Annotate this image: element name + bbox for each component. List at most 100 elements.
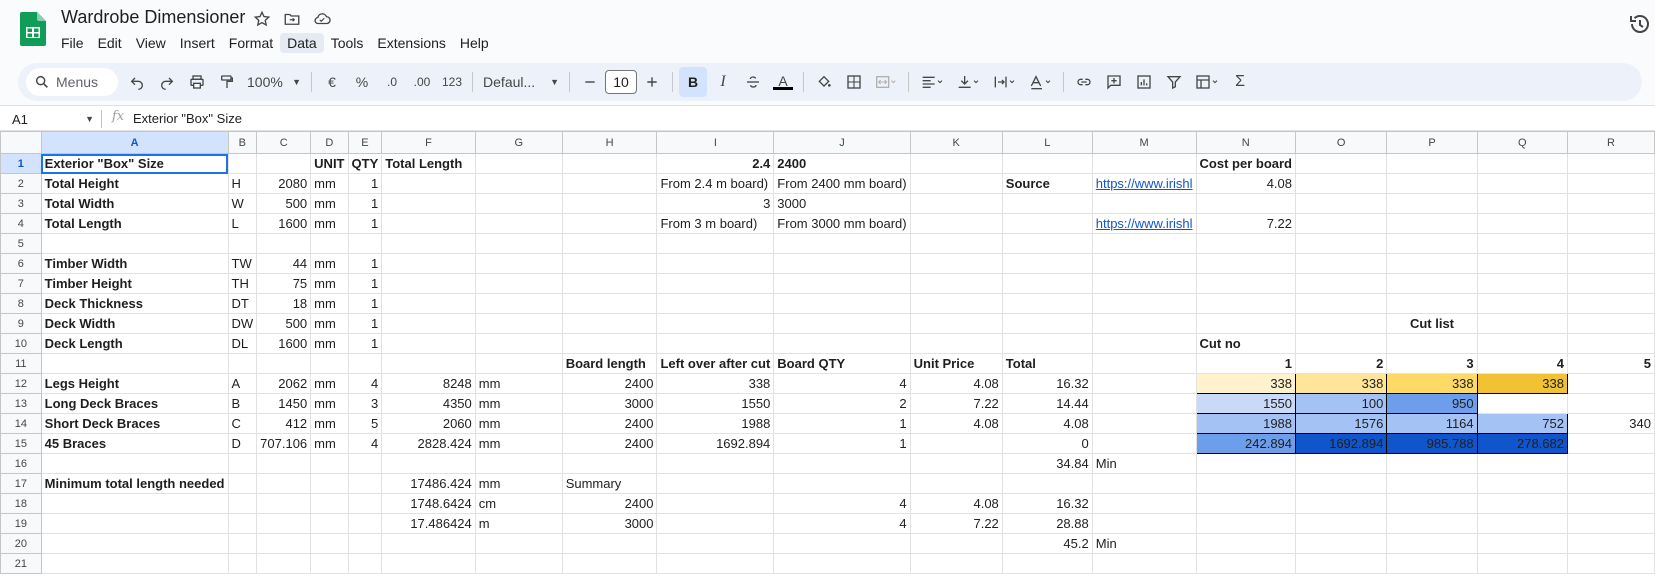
cell-k17[interactable] — [909, 473, 1003, 494]
filter-icon[interactable] — [1160, 67, 1188, 97]
cell-a10[interactable]: Deck Length — [40, 333, 229, 354]
cell-f11[interactable] — [381, 353, 476, 374]
cell-r10[interactable] — [1566, 333, 1655, 354]
cell-e12[interactable]: 4 — [347, 373, 383, 394]
move-to-folder-icon[interactable] — [282, 9, 302, 29]
column-header-i[interactable]: I — [656, 131, 775, 154]
cell-n14[interactable]: 1988 — [1195, 413, 1297, 434]
column-header-r[interactable]: R — [1566, 131, 1655, 154]
cell-o17[interactable] — [1295, 473, 1388, 494]
cell-q1[interactable] — [1476, 153, 1568, 174]
cell-p7[interactable] — [1386, 273, 1478, 294]
cell-i6[interactable] — [656, 253, 775, 274]
cell-f18[interactable]: 1748.6424 — [381, 493, 476, 514]
cell-k15[interactable] — [909, 433, 1003, 454]
cell-o7[interactable] — [1295, 273, 1388, 294]
cell-r11[interactable]: 5 — [1566, 353, 1655, 374]
column-header-l[interactable]: L — [1001, 131, 1093, 154]
row-header[interactable]: 4 — [0, 213, 42, 234]
cell-n15[interactable]: 242.894 — [1195, 433, 1297, 454]
cell-e14[interactable]: 5 — [347, 413, 383, 434]
cell-c11[interactable] — [256, 353, 312, 374]
cell-n3[interactable] — [1195, 193, 1297, 214]
cell-o15[interactable]: 1692.894 — [1295, 433, 1388, 454]
cell-h21[interactable] — [561, 553, 658, 574]
cell-m18[interactable] — [1091, 493, 1197, 514]
increase-decimal-button[interactable]: .00 — [408, 67, 436, 97]
cell-c7[interactable]: 75 — [256, 273, 312, 294]
cell-a21[interactable] — [40, 553, 229, 574]
cell-o1[interactable] — [1295, 153, 1388, 174]
cell-d7[interactable]: mm — [310, 273, 349, 294]
cell-c20[interactable] — [256, 533, 312, 554]
cell-r13[interactable] — [1566, 393, 1655, 414]
cell-k7[interactable] — [909, 273, 1003, 294]
cell-g19[interactable]: m — [474, 513, 563, 534]
menu-view[interactable]: View — [129, 33, 173, 53]
cell-e7[interactable]: 1 — [347, 273, 383, 294]
cell-c2[interactable]: 2080 — [256, 173, 312, 194]
cell-e3[interactable]: 1 — [347, 193, 383, 214]
cell-f14[interactable]: 2060 — [381, 413, 476, 434]
menu-extensions[interactable]: Extensions — [370, 33, 452, 53]
cell-c6[interactable]: 44 — [256, 253, 312, 274]
cell-b21[interactable] — [227, 553, 258, 574]
cell-p18[interactable] — [1386, 493, 1478, 514]
merge-cells-icon[interactable] — [870, 67, 902, 97]
cell-p8[interactable] — [1386, 293, 1478, 314]
cell-o4[interactable] — [1295, 213, 1388, 234]
cell-d8[interactable]: mm — [310, 293, 349, 314]
cell-e6[interactable]: 1 — [347, 253, 383, 274]
cell-o11[interactable]: 2 — [1295, 353, 1388, 374]
cell-n21[interactable] — [1195, 553, 1297, 574]
cell-b5[interactable] — [227, 233, 258, 254]
cell-q18[interactable] — [1476, 493, 1568, 514]
insert-comment-icon[interactable] — [1100, 67, 1128, 97]
cell-l6[interactable] — [1001, 253, 1093, 274]
cell-l7[interactable] — [1001, 273, 1093, 294]
cell-h3[interactable] — [561, 193, 658, 214]
menu-help[interactable]: Help — [453, 33, 496, 53]
cell-i14[interactable]: 1988 — [656, 413, 775, 434]
column-header-n[interactable]: N — [1195, 131, 1297, 154]
column-header-k[interactable]: K — [909, 131, 1003, 154]
cell-j18[interactable]: 4 — [773, 493, 911, 514]
cell-p20[interactable] — [1386, 533, 1478, 554]
cell-l1[interactable] — [1001, 153, 1093, 174]
cell-r15[interactable] — [1566, 433, 1655, 454]
cell-f1[interactable]: Total Length — [381, 153, 476, 174]
cell-f21[interactable] — [381, 553, 476, 574]
cell-m14[interactable] — [1091, 413, 1197, 434]
cell-f4[interactable] — [381, 213, 476, 234]
menu-edit[interactable]: Edit — [91, 33, 129, 53]
cell-h7[interactable] — [561, 273, 658, 294]
cell-a3[interactable]: Total Width — [40, 193, 229, 214]
cell-n2[interactable]: 4.08 — [1195, 173, 1297, 194]
cell-e17[interactable] — [347, 473, 383, 494]
cell-g13[interactable]: mm — [474, 393, 563, 414]
cell-g5[interactable] — [474, 233, 563, 254]
cell-n19[interactable] — [1195, 513, 1297, 534]
cell-l11[interactable]: Total — [1001, 353, 1093, 374]
cell-e10[interactable]: 1 — [347, 333, 383, 354]
cell-f20[interactable] — [381, 533, 476, 554]
select-all-corner[interactable] — [0, 131, 42, 154]
formula-input[interactable]: Exterior "Box" Size — [133, 111, 242, 126]
cell-b10[interactable]: DL — [227, 333, 258, 354]
column-header-o[interactable]: O — [1295, 131, 1388, 154]
cell-p21[interactable] — [1386, 553, 1478, 574]
cell-o21[interactable] — [1295, 553, 1388, 574]
cell-k6[interactable] — [909, 253, 1003, 274]
cell-l8[interactable] — [1001, 293, 1093, 314]
cell-c13[interactable]: 1450 — [256, 393, 312, 414]
cell-o19[interactable] — [1295, 513, 1388, 534]
font-select[interactable]: Defaul... ▼ — [479, 67, 563, 97]
cell-a20[interactable] — [40, 533, 229, 554]
cell-j10[interactable] — [773, 333, 911, 354]
cell-h1[interactable] — [561, 153, 658, 174]
cell-d15[interactable]: mm — [310, 433, 349, 454]
cell-m15[interactable] — [1091, 433, 1197, 454]
cell-e19[interactable] — [347, 513, 383, 534]
decrease-font-size-icon[interactable] — [576, 67, 604, 97]
cell-j8[interactable] — [773, 293, 911, 314]
